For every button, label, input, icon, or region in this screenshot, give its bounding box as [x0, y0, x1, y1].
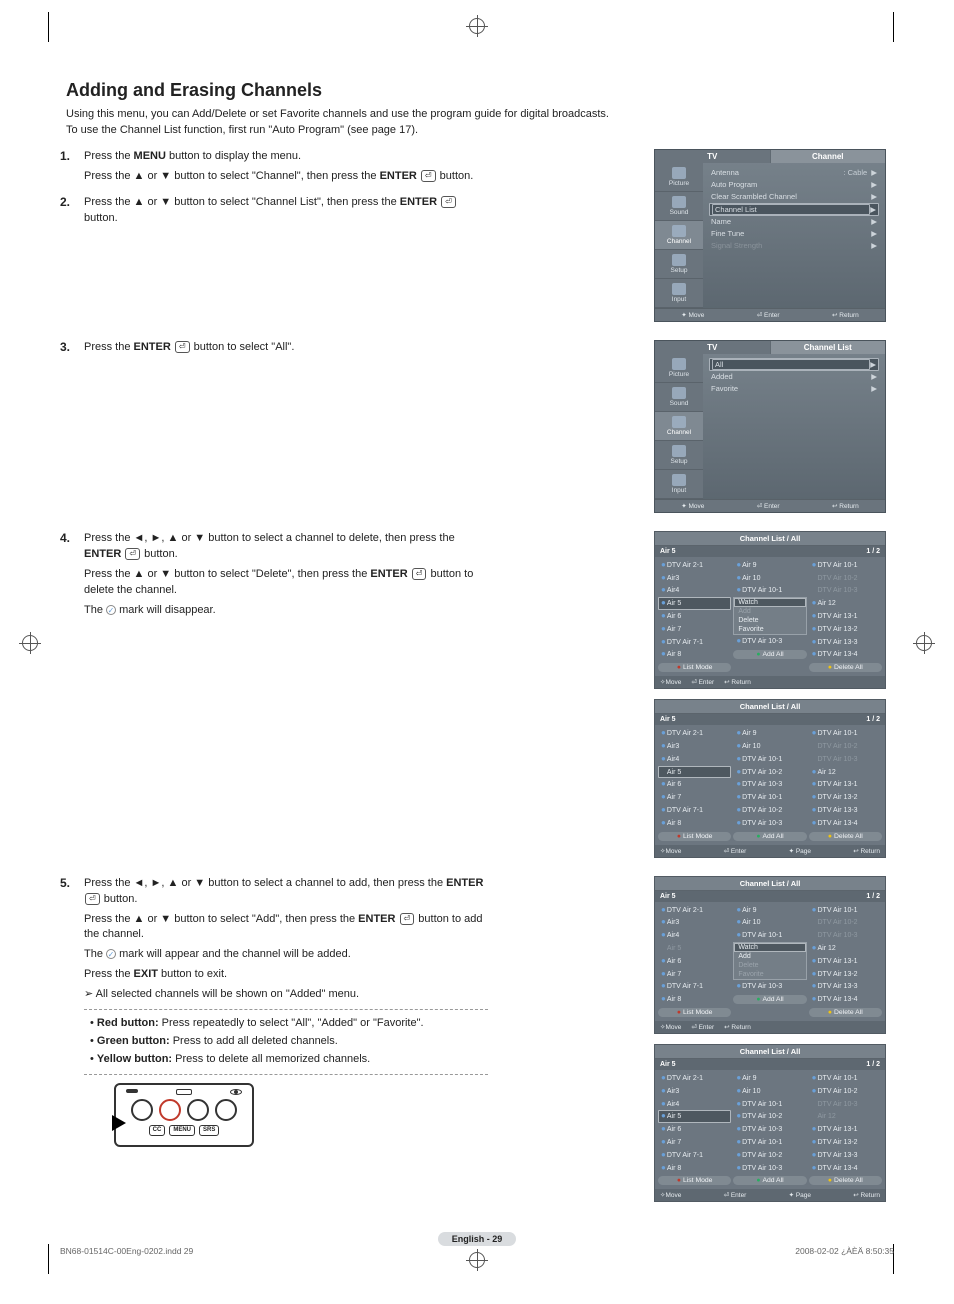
step-number: 1. [60, 149, 84, 189]
page-title: Adding and Erasing Channels [66, 80, 894, 101]
osd-channel-list-menu: TVChannel List PictureSoundChannelSetupI… [654, 340, 886, 513]
remote-red-button-icon [131, 1099, 153, 1121]
check-icon: ✓ [106, 605, 116, 615]
osd-channel-menu: TVChannel PictureSoundChannelSetupInputA… [654, 149, 886, 322]
step-number: 3. [60, 340, 84, 360]
step-3: Press the ENTER ⏎ button to select "All"… [84, 340, 488, 360]
remote-label: CC [149, 1125, 166, 1136]
check-icon: ✓ [106, 949, 116, 959]
osd-channel-list-delete-popup: Channel List / All Air 51 / 2 ●DTV Air 2… [654, 531, 886, 689]
doc-timestamp: 2008-02-02 ¿ÀÈÄ 8:50:35 [795, 1246, 894, 1256]
step-2: Press the ▲ or ▼ button to select "Chann… [84, 195, 488, 231]
enter-icon: ⏎ [125, 548, 140, 560]
enter-icon: ⏎ [400, 913, 415, 925]
step-number: 2. [60, 195, 84, 231]
doc-file-name: BN68-01514C-00Eng-0202.indd 29 [60, 1246, 193, 1256]
osd-channel-list-added: Channel List / All Air 51 / 2 ●DTV Air 2… [654, 1044, 886, 1202]
indicator-arrow-icon [112, 1115, 126, 1131]
registration-mark-icon [916, 635, 932, 651]
enter-icon: ⏎ [175, 341, 190, 353]
step-5: Press the ◄, ►, ▲ or ▼ button to select … [84, 876, 488, 1147]
osd-channel-list-add-popup: Channel List / All Air 51 / 2 ●DTV Air 2… [654, 876, 886, 1034]
note: All selected channels will be shown on "… [84, 987, 488, 1003]
step-4: Press the ◄, ►, ▲ or ▼ button to select … [84, 531, 488, 623]
registration-mark-icon [469, 18, 485, 34]
step-1: Press the MENU button to display the men… [84, 149, 488, 189]
enter-icon: ⏎ [85, 893, 100, 905]
remote-blue-button-icon [215, 1099, 237, 1121]
intro-text: Using this menu, you can Add/Delete or s… [66, 107, 706, 139]
step-number: 5. [60, 876, 84, 1147]
remote-label: MENU [169, 1125, 195, 1136]
remote-label: SRS [199, 1125, 219, 1136]
step-number: 4. [60, 531, 84, 623]
remote-diagram: CC MENU SRS [114, 1083, 254, 1147]
remote-yellow-button-icon [187, 1099, 209, 1121]
osd-channel-list-deleted: Channel List / All Air 51 / 2 ●DTV Air 2… [654, 699, 886, 857]
enter-icon: ⏎ [412, 568, 427, 580]
registration-mark-icon [22, 635, 38, 651]
remote-green-button-icon [159, 1099, 181, 1121]
page-number-badge: English - 29 [438, 1232, 517, 1246]
enter-icon: ⏎ [441, 196, 456, 208]
enter-icon: ⏎ [421, 170, 436, 182]
